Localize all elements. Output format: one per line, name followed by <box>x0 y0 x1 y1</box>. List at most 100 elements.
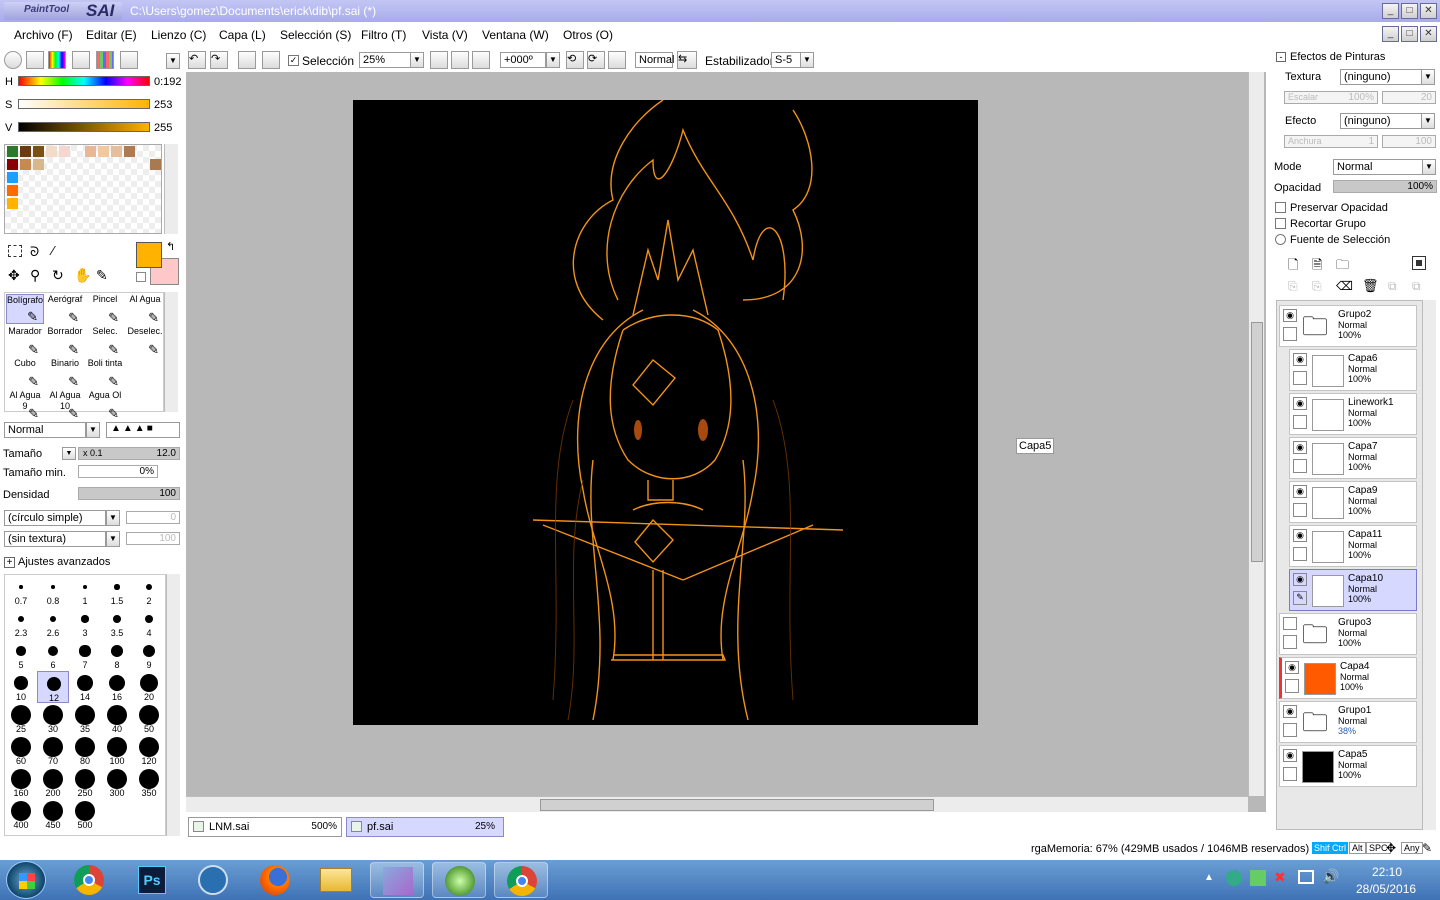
visibility-eye-icon[interactable]: ◉ <box>1293 485 1307 498</box>
brush-size-3-5[interactable]: 3.5 <box>101 607 133 639</box>
merge-down-icon[interactable]: ⎘ <box>1312 279 1322 294</box>
menu-filtro[interactable]: Filtro (T) <box>361 28 406 42</box>
width-slider[interactable]: Anchura 1 <box>1284 135 1378 148</box>
zoom-reset-icon[interactable] <box>472 51 490 69</box>
tool-aerógraf[interactable]: Aerógraf ✎ <box>46 294 84 324</box>
color-circle-icon[interactable] <box>4 51 22 69</box>
color-bars-icon[interactable] <box>26 51 44 69</box>
tool-scrollbar[interactable] <box>164 292 178 412</box>
rotate-left-icon[interactable]: ⟲ <box>566 51 584 69</box>
blend-field[interactable]: Normal <box>635 52 674 68</box>
swatch-ochre[interactable] <box>33 146 44 157</box>
layer-opacity-slider[interactable]: 100% <box>1333 180 1437 193</box>
width-num[interactable]: 100 <box>1382 135 1436 148</box>
scale-slider[interactable]: Escalar 100% <box>1284 91 1378 104</box>
brush-size-120[interactable]: 120 <box>133 735 165 767</box>
size-grid-scrollbar[interactable] <box>166 574 180 836</box>
layer-capa11[interactable]: ◉ Capa11 Normal 100% <box>1289 525 1417 567</box>
brush-size-160[interactable]: 160 <box>5 767 37 799</box>
brush-size-500[interactable]: 500 <box>69 799 101 831</box>
doc-maximize-button[interactable]: □ <box>1401 26 1418 42</box>
brush-size-40[interactable]: 40 <box>101 703 133 735</box>
taskbar-chrome-2[interactable] <box>494 862 548 898</box>
layer-capa9[interactable]: ◉ Capa9 Normal 100% <box>1289 481 1417 523</box>
visibility-eye-icon[interactable]: ◉ <box>1283 749 1297 762</box>
brush-size-2[interactable]: 2 <box>133 575 165 607</box>
clear-layer-icon[interactable]: ⌫ <box>1336 279 1353 293</box>
layer-lock-checkbox[interactable] <box>1293 459 1307 473</box>
rgb-slider-icon[interactable] <box>48 51 66 69</box>
tab-pf[interactable]: pf.sai 25% <box>346 817 504 837</box>
brush-size-2-3[interactable]: 2.3 <box>5 607 37 639</box>
layer-mask-icon[interactable] <box>1412 256 1426 270</box>
brush-shape-field[interactable]: (círculo simple) <box>4 510 106 526</box>
start-button[interactable] <box>6 861 46 899</box>
effect-dropdown[interactable]: ▼ <box>1421 113 1435 129</box>
new-layer-icon[interactable]: 🗋 <box>1288 256 1298 278</box>
menu-lienzo[interactable]: Lienzo (C) <box>151 28 206 42</box>
tool-al-agua[interactable]: Al Agua ✎ <box>126 294 164 324</box>
brush-size-8[interactable]: 8 <box>101 639 133 671</box>
zoom-icon[interactable]: ⚲ <box>30 267 40 284</box>
brush-size-100[interactable]: 100 <box>101 735 133 767</box>
brush-size-10[interactable]: 10 <box>5 671 37 703</box>
close-button[interactable]: ✕ <box>1420 3 1437 19</box>
primary-color[interactable] <box>136 242 162 268</box>
visibility-eye-icon[interactable]: ◉ <box>1283 705 1297 718</box>
swatches-icon[interactable] <box>96 51 114 69</box>
layer-lock-checkbox[interactable] <box>1293 415 1307 429</box>
visibility-eye-icon[interactable]: ◉ <box>1293 529 1307 542</box>
menu-editar[interactable]: Editar (E) <box>86 28 137 42</box>
brush-size-1-5[interactable]: 1.5 <box>101 575 133 607</box>
visibility-eye-icon[interactable]: ◉ <box>1293 397 1307 410</box>
color-panel-dropdown[interactable]: ▼ <box>166 53 180 69</box>
taskbar-sai[interactable] <box>432 862 486 898</box>
magic-wand-icon[interactable]: ⁄ <box>52 243 54 258</box>
stabilizer-dropdown[interactable]: ▼ <box>800 52 814 68</box>
brush-size-60[interactable]: 60 <box>5 735 37 767</box>
transparent-color[interactable] <box>136 272 146 282</box>
menu-seleccion[interactable]: Selección (S) <box>280 28 351 42</box>
canvas-hscroll-thumb[interactable] <box>540 799 934 811</box>
taskbar-explorer[interactable] <box>308 862 362 898</box>
brush-size-7[interactable]: 7 <box>69 639 101 671</box>
drawing-canvas[interactable] <box>353 99 978 725</box>
brush-texture-dropdown[interactable]: ▼ <box>106 531 120 547</box>
brush-size-200[interactable]: 200 <box>37 767 69 799</box>
visibility-eye-icon[interactable]: ◉ <box>1293 353 1307 366</box>
swatch-skin-tan[interactable] <box>85 146 96 157</box>
brush-size-350[interactable]: 350 <box>133 767 165 799</box>
swatch-sand[interactable] <box>33 159 44 170</box>
brush-texture-field[interactable]: (sin textura) <box>4 531 106 547</box>
menu-archivo[interactable]: Archivo (F) <box>14 28 73 42</box>
angle-dropdown[interactable]: ▼ <box>546 52 560 68</box>
brush-size-50[interactable]: 50 <box>133 703 165 735</box>
color-mix-icon[interactable] <box>72 51 90 69</box>
menu-capa[interactable]: Capa (L) <box>219 28 266 42</box>
density-slider[interactable]: 100 <box>78 487 180 500</box>
redo-icon[interactable]: ↷ <box>210 51 228 69</box>
tool-binario[interactable]: Binario ✎ <box>46 358 84 388</box>
selection-source-radio[interactable] <box>1275 234 1286 245</box>
brush-size-25[interactable]: 25 <box>5 703 37 735</box>
swatch-green[interactable] <box>7 146 18 157</box>
size-slider[interactable]: x 0.1 12.0 <box>78 447 180 460</box>
visibility-eye-icon[interactable]: ◉ <box>1293 573 1307 586</box>
taskbar-clock-app[interactable] <box>186 862 240 898</box>
new-folder-icon[interactable]: 🗀 <box>1336 256 1349 278</box>
layer-lock-checkbox[interactable] <box>1283 635 1297 649</box>
brush-mode-dropdown[interactable]: ▼ <box>86 422 100 438</box>
tool-cubo[interactable]: Cubo ✎ <box>6 358 44 388</box>
brush-size-250[interactable]: 250 <box>69 767 101 799</box>
brush-size-16[interactable]: 16 <box>101 671 133 703</box>
transfer-down-icon[interactable]: ⎘ <box>1288 279 1298 294</box>
scale-num[interactable]: 20 <box>1382 91 1436 104</box>
layer-capa6[interactable]: ◉ Capa6 Normal 100% <box>1289 349 1417 391</box>
swatch-beige[interactable] <box>111 146 122 157</box>
texture-dropdown[interactable]: ▼ <box>1421 69 1435 85</box>
menu-vista[interactable]: Vista (V) <box>422 28 468 42</box>
hand-icon[interactable]: ✋ <box>74 267 91 284</box>
tool-empty[interactable] <box>126 390 164 420</box>
tool-al-agua-10[interactable]: Al Agua 10 ✎ <box>46 390 84 420</box>
min-size-slider[interactable]: 0% <box>78 465 158 478</box>
